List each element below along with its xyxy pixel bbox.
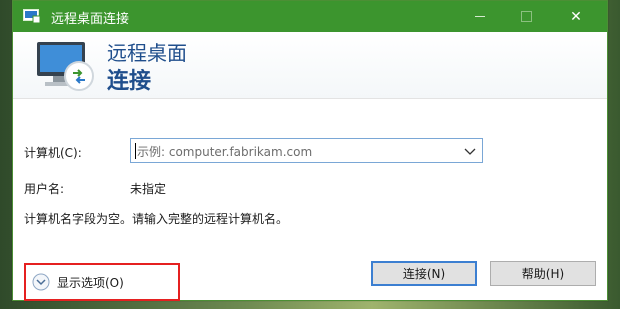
user-value: 未指定 <box>130 182 167 196</box>
user-label: 用户名: <box>24 182 65 196</box>
expand-circle-icon[interactable] <box>32 273 50 291</box>
remote-desktop-window: 远程桌面连接 ✕ 远程桌面 连接 计算机(C): 示例: computer.fa… <box>12 0 608 301</box>
title-bar[interactable]: 远程桌面连接 ✕ <box>13 1 607 32</box>
window-title: 远程桌面连接 <box>51 12 130 27</box>
status-message: 计算机名字段为空。请输入完整的远程计算机名。 <box>24 212 289 226</box>
maximize-icon[interactable] <box>503 1 549 32</box>
close-icon[interactable]: ✕ <box>553 1 599 32</box>
chevron-down-icon[interactable] <box>462 142 478 160</box>
header-line1: 远程桌面 <box>107 41 187 65</box>
text-cursor <box>135 143 136 159</box>
show-options-button[interactable]: 显示选项(O) <box>57 274 124 291</box>
minimize-icon[interactable] <box>457 1 503 32</box>
computer-input[interactable]: 示例: computer.fabrikam.com <box>130 138 483 163</box>
connect-button[interactable]: 连接(N) <box>371 261 477 286</box>
help-button[interactable]: 帮助(H) <box>490 261 596 286</box>
computer-placeholder: 示例: computer.fabrikam.com <box>137 145 313 159</box>
monitor-connection-icon <box>31 38 101 96</box>
remote-desktop-icon <box>23 9 41 24</box>
show-options-highlight: 显示选项(O) <box>24 263 180 301</box>
header-line2: 连接 <box>107 69 152 94</box>
header-banner: 远程桌面 连接 <box>13 32 607 99</box>
computer-label: 计算机(C): <box>24 146 82 160</box>
